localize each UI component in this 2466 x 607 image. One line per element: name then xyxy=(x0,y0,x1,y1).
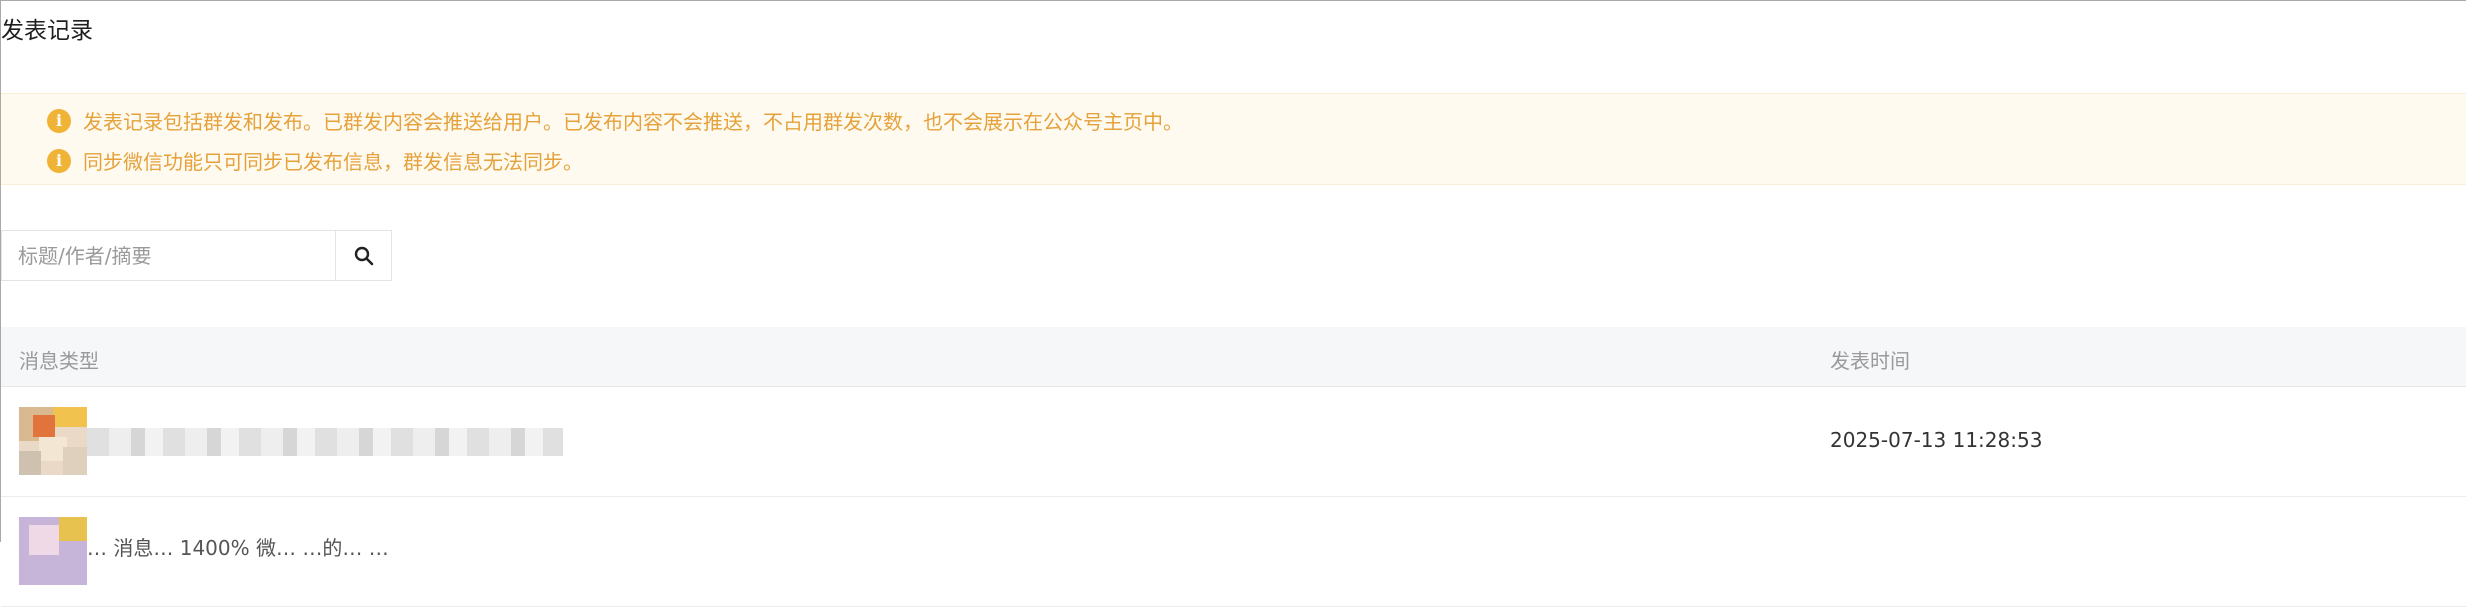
column-header-type: 消息类型 xyxy=(19,349,99,373)
article-title[interactable]: … 消息… 1400% 微… …的… … xyxy=(87,532,389,561)
search-button[interactable] xyxy=(335,231,391,280)
app-frame: 发表记录 i 发表记录包括群发和发布。已群发内容会推送给用户。已发布内容不会推送… xyxy=(0,0,2466,607)
table-header: 消息类型 发表时间 xyxy=(1,327,2466,387)
notice-banner: i 发表记录包括群发和发布。已群发内容会推送给用户。已发布内容不会推送，不占用群… xyxy=(1,93,2466,185)
search-box xyxy=(1,230,392,281)
info-icon: i xyxy=(47,108,71,133)
article-thumbnail[interactable] xyxy=(19,517,87,585)
article-title-pixelated[interactable] xyxy=(87,428,563,456)
notice-text: 同步微信功能只可同步已发布信息，群发信息无法同步。 xyxy=(83,150,583,174)
info-icon: i xyxy=(47,148,71,173)
notice-line: i 同步微信功能只可同步已发布信息，群发信息无法同步。 xyxy=(47,146,583,175)
article-thumbnail[interactable] xyxy=(19,407,87,475)
notice-text: 发表记录包括群发和发布。已群发内容会推送给用户。已发布内容不会推送，不占用群发次… xyxy=(83,110,1183,134)
table-row[interactable]: 2025-07-13 11:28:53 xyxy=(1,387,2466,497)
search-icon xyxy=(354,246,373,265)
publish-time: 2025-07-13 11:28:53 xyxy=(1830,428,2043,452)
search-input[interactable] xyxy=(2,231,335,280)
column-header-time: 发表时间 xyxy=(1830,349,1910,373)
table-row[interactable]: … 消息… 1400% 微… …的… … xyxy=(1,497,2466,607)
notice-line: i 发表记录包括群发和发布。已群发内容会推送给用户。已发布内容不会推送，不占用群… xyxy=(47,106,1183,135)
page-title: 发表记录 xyxy=(1,18,93,44)
